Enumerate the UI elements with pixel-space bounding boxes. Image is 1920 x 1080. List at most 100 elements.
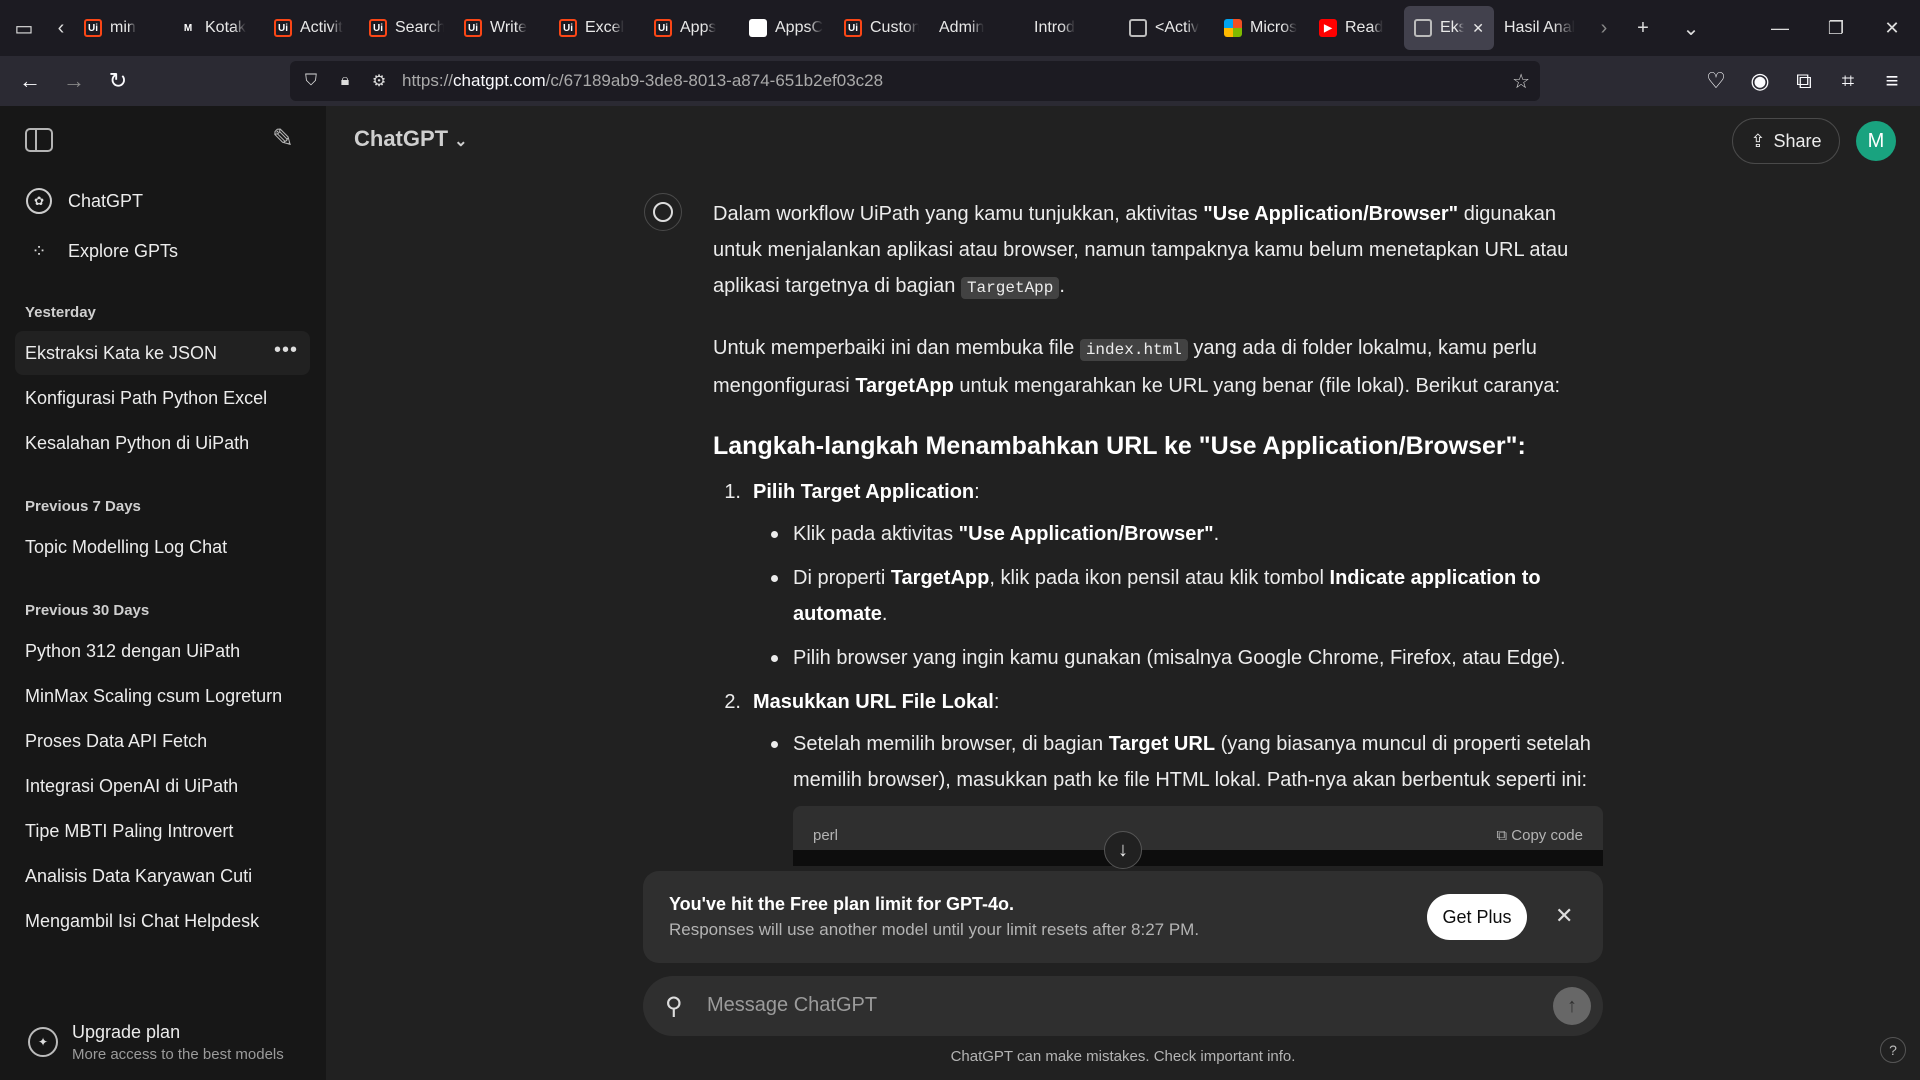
sidebar-item-chat[interactable]: Kesalahan Python di UiPath [15,421,310,465]
text: Setelah memilih browser, di bagian [793,733,1109,755]
sidebar-link-label: Explore GPTs [68,240,179,261]
shield-icon[interactable]: ⛉ [294,72,328,90]
tab-scroll-right-icon[interactable]: › [1589,0,1619,56]
new-tab-icon[interactable]: + [1619,0,1667,56]
avatar[interactable]: M [1856,121,1896,161]
close-window-icon[interactable]: ✕ [1864,0,1920,56]
more-options-icon[interactable]: ••• [274,339,298,362]
crop-icon[interactable]: ⌗ [1826,56,1870,106]
restore-icon[interactable]: ❐ [1808,0,1864,56]
chat-title: Proses Data API Fetch [25,730,208,751]
bullet-item: Setelah memilih browser, di bagian Targe… [771,726,1603,798]
close-tab-icon[interactable]: ✕ [1472,20,1484,37]
browser-tab[interactable]: Micros [1214,6,1309,50]
chat-title: Ekstraksi Kata ke JSON [25,342,218,363]
chat-title: Integrasi OpenAI di UiPath [25,775,239,796]
chat-title: Analisis Data Karyawan Cuti [25,865,253,886]
menu-icon[interactable]: ≡ [1870,56,1914,106]
close-icon[interactable]: ✕ [1555,903,1573,929]
text: Di properti [793,567,891,589]
chat-title: Python 312 dengan UiPath [25,640,241,661]
browser-tab[interactable]: Ui Activit [264,6,359,50]
copy-code-button[interactable]: ⧉ Copy code [1496,818,1583,854]
bullet-list: Setelah memilih browser, di bagian Targe… [713,726,1603,798]
arrow-up-icon: ↑ [1567,994,1577,1017]
sidebar-item-chat[interactable]: Topic Modelling Log Chat [15,525,310,569]
bookmark-star-icon[interactable]: ☆ [1512,69,1530,94]
sidebar-item-chat[interactable]: Tipe MBTI Paling Introvert [15,809,310,853]
send-button[interactable]: ↑ [1553,987,1591,1025]
chat-title: Mengambil Isi Chat Helpdesk [25,910,260,931]
sidebar-item-chat[interactable]: Konfigurasi Path Python Excel [15,376,310,420]
browser-tab[interactable]: M Kotak [169,6,264,50]
permissions-icon[interactable]: ⚙︎ [362,71,396,91]
tab-label: Hasil Anal [1504,19,1576,36]
browser-tab[interactable]: ● AppsC [739,6,834,50]
browser-tab[interactable]: ▶ Read [1309,6,1404,50]
text: : [1517,432,1526,460]
share-button[interactable]: ⇪ Share [1732,118,1840,164]
extensions-icon[interactable]: ⧉ [1782,56,1826,106]
new-chat-icon[interactable]: ✎ [272,124,300,152]
browser-tab[interactable]: Introd [1024,6,1119,50]
text: , klik pada ikon pensil atau klik tombol [989,567,1330,589]
get-plus-button[interactable]: Get Plus [1427,894,1527,940]
copy-code-label: Copy code [1511,827,1583,844]
forward-icon[interactable]: → [52,56,96,106]
sidebar-item-chat[interactable]: Mengambil Isi Chat Helpdesk [15,899,310,943]
sidebar-item-chat[interactable]: Analisis Data Karyawan Cuti [15,854,310,898]
sidebar-toggle-icon[interactable] [25,128,53,152]
disclaimer-text: ChatGPT can make mistakes. Check importa… [950,1048,1296,1065]
browser-tab[interactable]: Ui Custon [834,6,929,50]
back-icon[interactable]: ← [8,56,52,106]
account-icon[interactable]: ◉ [1738,56,1782,106]
browser-tab[interactable]: Ui Search [359,6,454,50]
url-bar[interactable]: ⛉ 🔒︎ ⚙︎ https://chatgpt.com/c/67189ab9-3… [290,61,1540,101]
sidebar-item-chat[interactable]: MinMax Scaling csum Logreturn [15,674,310,718]
arrow-down-icon: ↓ [1118,838,1128,861]
bullet-item: Pilih browser yang ingin kamu gunakan (m… [771,640,1603,676]
sidebar-item-chat[interactable]: Proses Data API Fetch [15,719,310,763]
browser-tab[interactable]: Hasil Anal [1494,6,1589,50]
tab-label: Apps [680,19,717,36]
lock-icon[interactable]: 🔒︎ [328,72,362,90]
pocket-icon[interactable]: ♡ [1694,56,1738,106]
sidebar-link-explore-gpts[interactable]: ⁘ Explore GPTs [0,226,326,276]
browser-tab[interactable]: Eks ✕ [1404,6,1494,50]
text: . [1059,275,1065,297]
sidebar-item-chat[interactable]: Ekstraksi Kata ke JSON ••• [15,331,310,375]
bullet-item: Di properti TargetApp, klik pada ikon pe… [771,560,1603,632]
sidebar-item-chat[interactable]: Integrasi OpenAI di UiPath [15,764,310,808]
browser-tab[interactable]: Ui Excel [549,6,644,50]
sidebar-top: ✎ [0,106,326,176]
browser-tab[interactable]: Ui min [74,6,169,50]
message-input[interactable]: Message ChatGPT [707,994,877,1017]
text: Langkah-langkah Menambahkan URL ke [713,432,1199,460]
tab-list-dropdown-icon[interactable]: ⌄ [1667,0,1715,56]
github-icon: ● [749,19,767,37]
tab-scroll-left-icon[interactable]: ‹ [48,0,74,56]
minimize-icon[interactable]: — [1752,0,1808,56]
tab-overview-icon[interactable]: ▭ [0,0,48,56]
sidebar-item-chat[interactable]: Python 312 dengan UiPath [15,629,310,673]
help-icon[interactable]: ? [1880,1037,1906,1063]
tab-label: Micros [1250,19,1298,36]
browser-tab[interactable]: Ui Write [454,6,549,50]
upgrade-icon: ✦ [28,1027,58,1057]
reload-icon[interactable]: ↻ [96,56,140,106]
paperclip-icon[interactable]: ⚲ [665,992,683,1021]
upgrade-subtitle: More access to the best models [72,1045,284,1063]
microsoft-icon [1224,19,1242,37]
browser-tab[interactable]: Admin [929,6,1024,50]
browser-tab[interactable]: <Activ [1119,6,1214,50]
uipath-icon: Ui [274,19,292,37]
url-text[interactable]: https://chatgpt.com/c/67189ab9-3de8-8013… [402,71,883,91]
tab-label: Activit [300,19,343,36]
model-selector[interactable]: ChatGPT ⌄ [354,126,468,152]
step-number: 2. [724,691,741,713]
upgrade-plan-button[interactable]: ✦ Upgrade plan More access to the best m… [0,1004,326,1080]
browser-tab[interactable]: Ui Apps [644,6,739,50]
code-block: perl ⧉ Copy code [793,806,1603,866]
scroll-down-button[interactable]: ↓ [1104,831,1142,869]
sidebar-link-chatgpt[interactable]: ✿ ChatGPT [0,176,326,226]
